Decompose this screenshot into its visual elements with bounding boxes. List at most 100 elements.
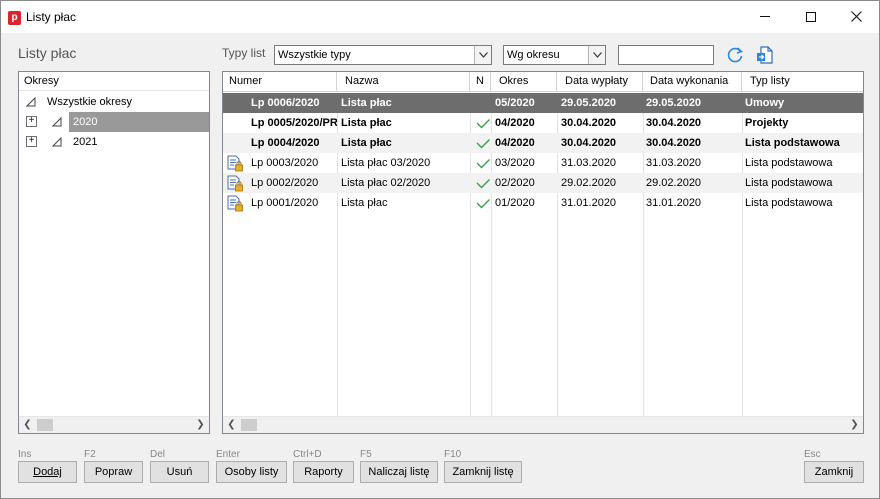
shortcut-hint: Enter [216,449,240,460]
table-row[interactable]: Lp 0001/2020 Lista płac 01/2020 31.01.20… [223,193,863,213]
expanded-triangle-icon [52,137,62,147]
column-header-nazwa[interactable]: Nazwa [337,72,470,92]
cell-typ-listy: Umowy [745,97,785,109]
expand-icon[interactable]: + [26,136,37,147]
close-icon [850,11,862,22]
calculate-list-button[interactable]: Naliczaj listę [360,461,438,483]
tree-header: Okresy [19,72,209,91]
cell-nazwa: Lista płac [341,97,392,109]
list-people-button[interactable]: Osoby listy [216,461,287,483]
minimize-icon [760,16,770,17]
cell-data-wyplaty: 30.04.2020 [561,137,617,149]
table-row[interactable]: Lp 0005/2020/PR Lista płac 04/2020 30.04… [223,113,863,133]
cell-data-wykonania: 29.02.2020 [646,177,702,189]
grid-horizontal-scrollbar[interactable]: ❮ ❯ [223,416,863,433]
section-title: Listy płac [18,45,77,61]
cell-okres: 03/2020 [495,157,535,169]
column-header-n[interactable]: N [470,72,491,92]
list-types-value: Wszystkie typy [278,49,351,61]
cell-data-wykonania: 31.03.2020 [646,157,702,169]
window-title: Listy płac [26,10,77,24]
checkmark-icon [476,139,490,149]
cell-data-wykonania: 30.04.2020 [646,137,702,149]
checkmark-icon [476,159,490,169]
grid-header: Numer Nazwa N Okres Data wypłaty Data wy… [223,72,863,92]
app-logo-icon: p [8,11,21,25]
locked-document-icon [227,195,243,212]
period-mode-value: Wg okresu [507,49,560,61]
checkmark-icon [476,199,490,209]
checkmark-icon [476,179,490,189]
shortcut-hint: F2 [84,449,96,460]
edit-button[interactable]: Popraw [84,461,143,483]
shortcut-hint: Ctrl+D [293,449,322,460]
expanded-triangle-icon [52,117,62,127]
table-row[interactable]: Lp 0006/2020 Lista płac 05/2020 29.05.20… [223,93,863,113]
search-input[interactable] [618,45,714,65]
locked-document-icon [227,155,243,172]
tree-item-label: Wszystkie okresy [47,96,132,108]
cell-typ-listy: Lista podstawowa [745,197,833,209]
cell-numer: Lp 0001/2020 [251,197,319,209]
scroll-right-icon[interactable]: ❯ [192,417,209,433]
checkmark-icon [476,119,490,129]
chevron-down-icon[interactable] [588,46,605,64]
add-button[interactable]: Dodaj [18,461,77,483]
cell-okres: 04/2020 [495,137,535,149]
tree-horizontal-scrollbar[interactable]: ❮ ❯ [19,416,209,433]
shortcut-hint: Esc [804,449,821,460]
cell-okres: 05/2020 [495,97,535,109]
table-row[interactable]: Lp 0003/2020 Lista płac 03/2020 03/2020 … [223,153,863,173]
maximize-button[interactable] [788,1,834,32]
chevron-down-icon[interactable] [474,46,491,64]
cell-numer: Lp 0002/2020 [251,177,319,189]
refresh-icon[interactable] [725,45,745,65]
scroll-right-icon[interactable]: ❯ [846,417,863,433]
expand-icon[interactable]: + [26,116,37,127]
cell-numer: Lp 0005/2020/PR [251,117,337,129]
cell-data-wykonania: 30.04.2020 [646,117,702,129]
tree-item-all-periods[interactable]: Wszystkie okresy [19,92,209,112]
cell-nazwa: Lista płac 02/2020 [341,177,431,189]
cell-nazwa: Lista płac 03/2020 [341,157,431,169]
column-header-numer[interactable]: Numer [223,72,337,92]
close-list-button[interactable]: Zamknij listę [444,461,522,483]
delete-button[interactable]: Usuń [150,461,209,483]
column-header-data-wyplaty[interactable]: Data wypłaty [557,72,643,92]
column-header-okres[interactable]: Okres [491,72,557,92]
title-bar: p Listy płac [1,1,879,33]
shortcut-hint: F10 [444,449,462,460]
scrollbar-thumb[interactable] [37,419,53,431]
payroll-lists-window: p Listy płac Listy płac Typy list Wszyst… [0,0,880,499]
tree-item-label: 2020 [73,116,98,128]
reports-button[interactable]: Raporty [293,461,354,483]
cell-data-wykonania: 31.01.2020 [646,197,702,209]
cell-okres: 04/2020 [495,117,535,129]
scrollbar-thumb[interactable] [241,419,257,431]
table-row[interactable]: Lp 0002/2020 Lista płac 02/2020 02/2020 … [223,173,863,193]
close-button[interactable]: Zamknij [804,461,864,483]
cell-typ-listy: Lista podstawowa [745,177,833,189]
cell-data-wykonania: 29.05.2020 [646,97,702,109]
export-icon[interactable] [755,45,775,65]
payroll-lists-grid: Numer Nazwa N Okres Data wypłaty Data wy… [222,71,864,434]
cell-nazwa: Lista płac [341,117,392,129]
scroll-left-icon[interactable]: ❮ [19,417,36,433]
tree-item-2020[interactable]: + 2020 [19,112,209,132]
scroll-left-icon[interactable]: ❮ [223,417,240,433]
cell-data-wyplaty: 29.02.2020 [561,177,617,189]
period-mode-select[interactable]: Wg okresu [503,45,606,65]
tree-item-2021[interactable]: + 2021 [19,132,209,152]
list-types-select[interactable]: Wszystkie typy [274,45,492,65]
tree-item-label: 2021 [73,136,98,148]
cell-data-wyplaty: 31.01.2020 [561,197,617,209]
cell-okres: 01/2020 [495,197,535,209]
table-row[interactable]: Lp 0004/2020 Lista płac 04/2020 30.04.20… [223,133,863,153]
column-header-typ-listy[interactable]: Typ listy [742,72,863,92]
cell-typ-listy: Projekty [745,117,789,129]
column-header-data-wykonania[interactable]: Data wykonania [643,72,742,92]
cell-okres: 02/2020 [495,177,535,189]
minimize-button[interactable] [742,1,788,32]
list-types-label: Typy list [222,46,266,60]
close-window-button[interactable] [833,1,879,32]
